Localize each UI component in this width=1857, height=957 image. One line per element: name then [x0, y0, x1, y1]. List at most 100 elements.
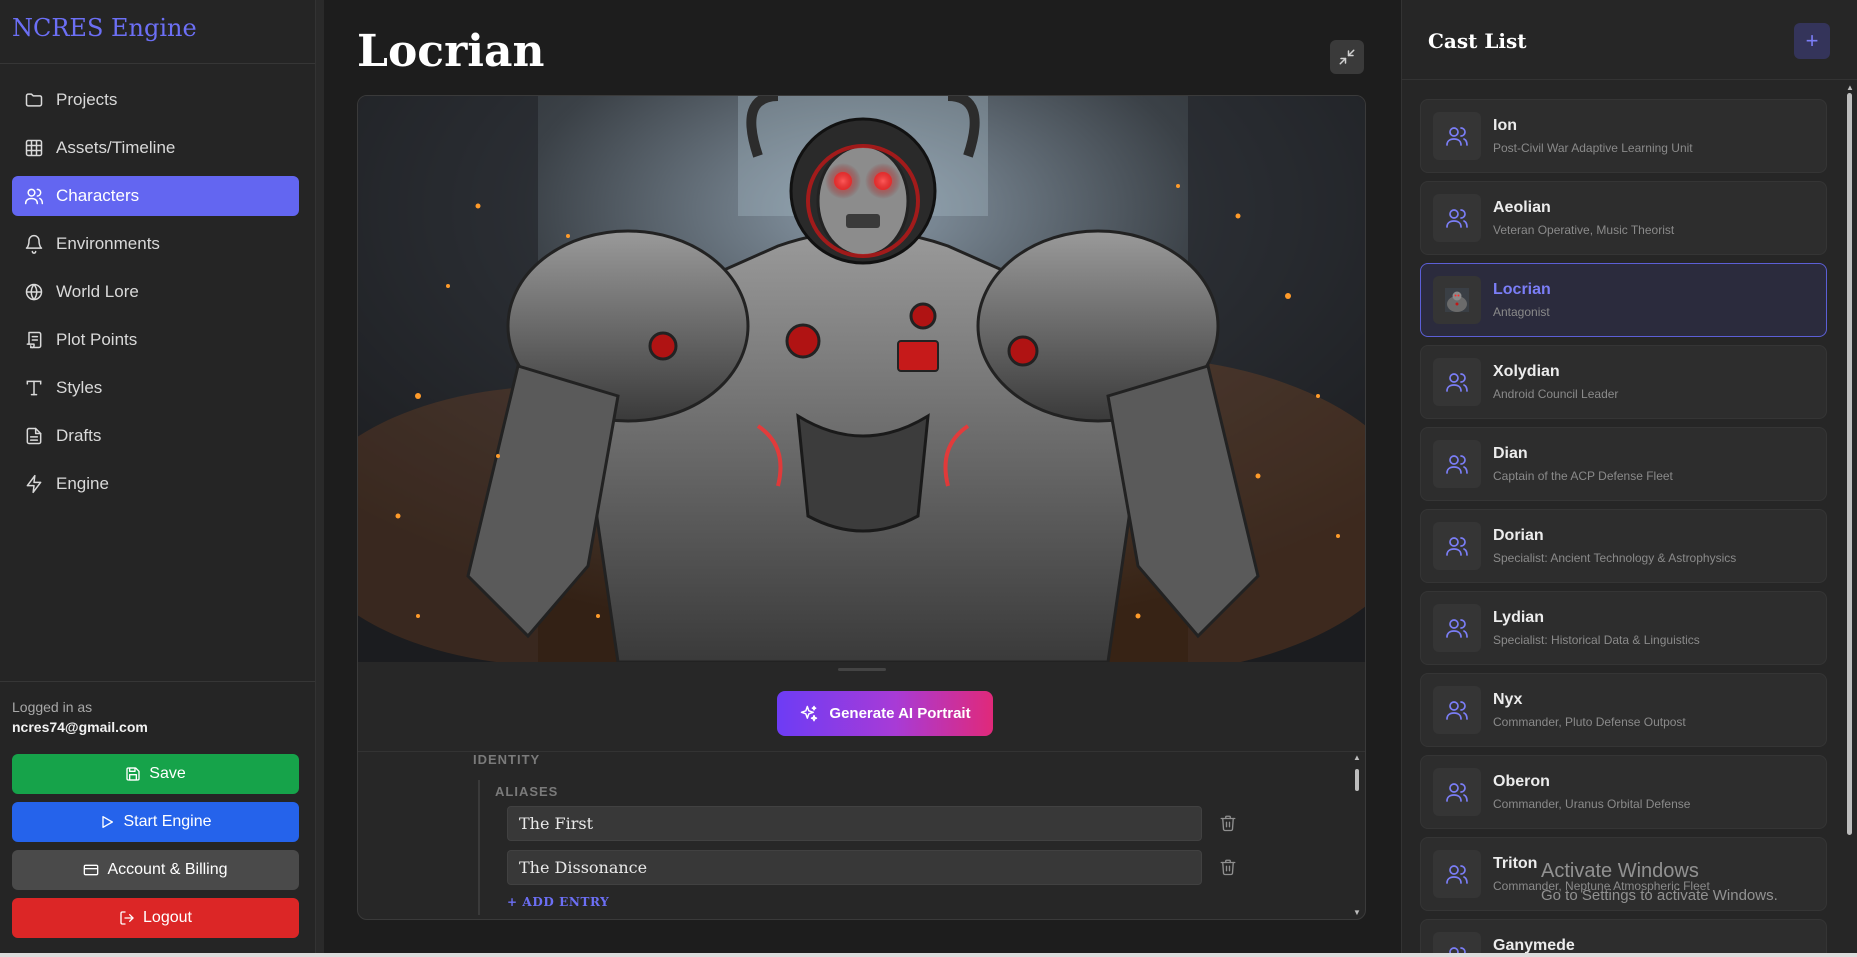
resize-handle[interactable] — [838, 668, 886, 671]
sidebar-item-assets-timeline[interactable]: Assets/Timeline — [12, 128, 299, 168]
generate-ai-portrait-label: Generate AI Portrait — [829, 705, 971, 722]
avatar — [1433, 604, 1481, 652]
sidebar-item-label: Drafts — [56, 426, 102, 445]
character-portrait — [358, 96, 1365, 662]
add-entry-button[interactable]: + ADD ENTRY — [507, 895, 609, 909]
avatar — [1433, 686, 1481, 734]
cast-list-title: Cast List — [1428, 29, 1527, 53]
cast-item-dorian[interactable]: Dorian Specialist: Ancient Technology & A… — [1420, 509, 1827, 583]
sidebar-item-label: World Lore — [56, 282, 139, 301]
section-identity-heading: IDENTITY — [473, 752, 541, 767]
alias-input[interactable] — [507, 806, 1202, 841]
cast-item-nyx[interactable]: Nyx Commander, Pluto Defense Outpost — [1420, 673, 1827, 747]
users-icon — [1446, 209, 1468, 228]
brand-logo[interactable]: NCRES Engine — [12, 14, 197, 42]
sparkles-icon — [801, 705, 818, 721]
cast-item-aeolian[interactable]: Aeolian Veteran Operative, Music Theorist — [1420, 181, 1827, 255]
cast-item-lydian[interactable]: Lydian Specialist: Historical Data & Ling… — [1420, 591, 1827, 665]
cast-item-name: Aeolian — [1493, 199, 1551, 216]
scrollbar-thumb[interactable] — [1847, 93, 1852, 835]
sidebar-item-label: Engine — [56, 474, 109, 493]
save-button[interactable]: Save — [12, 754, 299, 794]
sidebar-item-world-lore[interactable]: World Lore — [12, 272, 299, 312]
character-thumbnail — [1445, 288, 1469, 312]
globe-icon — [25, 283, 43, 301]
cast-item-name: Nyx — [1493, 691, 1523, 708]
sidebar-item-label: Projects — [56, 90, 118, 109]
cast-item-locrian[interactable]: Locrian Antagonist — [1420, 263, 1827, 337]
cast-item-role: Captain of the ACP Defense Fleet — [1493, 469, 1673, 483]
activate-windows-subtitle: Go to Settings to activate Windows. — [1541, 887, 1778, 904]
users-icon — [1446, 455, 1468, 474]
cast-scrollbar[interactable]: ▲ — [1844, 81, 1856, 957]
sidebar-item-label: Assets/Timeline — [56, 138, 176, 157]
file-text-icon — [26, 427, 42, 445]
sidebar-item-projects[interactable]: Projects — [12, 80, 299, 120]
robot-portrait-image — [358, 96, 1365, 662]
users-icon — [1446, 537, 1468, 556]
users-icon — [24, 188, 44, 205]
cast-item-role: Commander, Uranus Orbital Defense — [1493, 797, 1691, 811]
avatar — [1433, 112, 1481, 160]
sidebar-item-characters[interactable]: Characters — [12, 176, 299, 216]
sidebar-item-engine[interactable]: Engine — [12, 464, 299, 504]
avatar — [1433, 276, 1481, 324]
start-engine-button[interactable]: Start Engine — [12, 802, 299, 842]
avatar — [1433, 194, 1481, 242]
activate-windows-title: Activate Windows — [1541, 860, 1699, 882]
cast-item-oberon[interactable]: Oberon Commander, Uranus Orbital Defense — [1420, 755, 1827, 829]
grid-icon — [25, 139, 43, 157]
logout-button[interactable]: Logout — [12, 898, 299, 938]
cast-item-role: Commander, Pluto Defense Outpost — [1493, 715, 1686, 729]
sidebar-item-plot-points[interactable]: Plot Points — [12, 320, 299, 360]
scroll-down-icon[interactable]: ▼ — [1353, 909, 1361, 917]
start-engine-label: Start Engine — [123, 813, 212, 830]
sidebar-item-styles[interactable]: Styles — [12, 368, 299, 408]
cast-item-role: Android Council Leader — [1493, 387, 1619, 401]
minimize-icon — [1339, 49, 1355, 65]
cast-item-role: Veteran Operative, Music Theorist — [1493, 223, 1675, 237]
users-icon — [1446, 619, 1468, 638]
trash-icon[interactable] — [1219, 814, 1237, 832]
trash-icon[interactable] — [1219, 858, 1237, 876]
logout-label: Logout — [143, 909, 192, 926]
scroll-up-icon[interactable]: ▲ — [1846, 83, 1854, 92]
sidebar-item-environments[interactable]: Environments — [12, 224, 299, 264]
sidebar-item-label: Characters — [56, 186, 140, 205]
play-icon — [102, 816, 114, 828]
add-character-button[interactable]: + — [1794, 23, 1830, 59]
logout-icon — [120, 911, 134, 925]
cast-item-name: Dorian — [1493, 527, 1544, 544]
cast-item-name: Oberon — [1493, 773, 1550, 790]
form-scrollbar[interactable]: ▲ ▼ — [1350, 754, 1364, 919]
type-icon — [26, 380, 42, 396]
users-icon — [1446, 127, 1468, 146]
cast-item-xolydian[interactable]: Xolydian Android Council Leader — [1420, 345, 1827, 419]
avatar — [1433, 850, 1481, 898]
sidebar-item-drafts[interactable]: Drafts — [12, 416, 299, 456]
aliases-group-bar — [478, 780, 480, 915]
cast-item-role: Specialist: Ancient Technology & Astroph… — [1493, 551, 1737, 565]
cast-item-name: Ion — [1493, 117, 1517, 134]
sidebar: NCRES Engine Projects Assets/Timeline Ch… — [0, 0, 316, 957]
collapse-button[interactable] — [1330, 40, 1364, 74]
users-icon — [1446, 783, 1468, 802]
avatar — [1433, 440, 1481, 488]
cast-item-dian[interactable]: Dian Captain of the ACP Defense Fleet — [1420, 427, 1827, 501]
divider — [0, 681, 315, 682]
account-billing-button[interactable]: Account & Billing — [12, 850, 299, 890]
scroll-up-icon[interactable]: ▲ — [1353, 754, 1361, 762]
logged-in-label: Logged in as — [12, 699, 93, 715]
resize-gutter[interactable] — [316, 0, 324, 957]
generate-ai-portrait-button[interactable]: Generate AI Portrait — [777, 691, 993, 736]
alias-input[interactable] — [507, 850, 1202, 885]
scrollbar-thumb[interactable] — [1355, 769, 1359, 791]
character-detail: Locrian Generate AI Portrait IDENTITY AL… — [324, 0, 1401, 957]
cast-item-ganymede[interactable]: Ganymede — [1420, 919, 1827, 957]
cast-item-name: Dian — [1493, 445, 1528, 462]
cast-item-ion[interactable]: Ion Post-Civil War Adaptive Learning Unit — [1420, 99, 1827, 173]
window-bottom-edge — [0, 953, 1857, 957]
divider — [0, 63, 315, 64]
zap-icon — [26, 474, 42, 494]
cast-panel: Cast List + Ion Post-Civil War Adaptive L… — [1401, 0, 1857, 957]
